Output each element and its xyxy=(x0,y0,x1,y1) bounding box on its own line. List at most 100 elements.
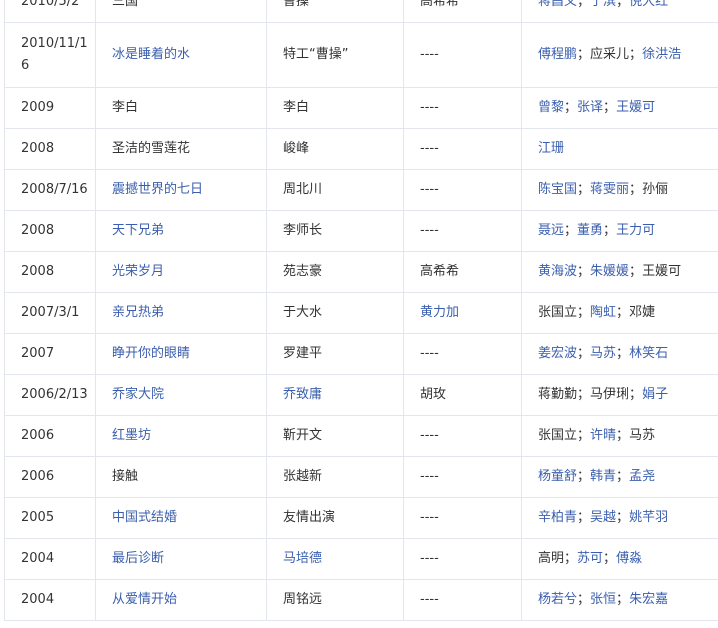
air-date-text: 2009 xyxy=(21,100,55,115)
costar-link[interactable]: 陈宝国 xyxy=(538,182,577,197)
drama-title-cell: 接触 xyxy=(95,456,267,498)
role-name-text: 李师长 xyxy=(283,223,323,238)
costar-separator: ； xyxy=(577,47,591,62)
drama-title-link[interactable]: 中国式结婚 xyxy=(112,510,177,525)
drama-title-link[interactable]: 天下兄弟 xyxy=(112,223,164,238)
drama-title-link[interactable]: 睁开你的眼睛 xyxy=(112,346,190,361)
costar-link[interactable]: 姜宏波 xyxy=(538,346,577,361)
role-name-cell: 峻峰 xyxy=(266,128,404,170)
costars-cell: 姜宏波；马苏；林笑石 xyxy=(521,333,718,375)
role-name-cell: 于大水 xyxy=(266,292,404,334)
role-name-text: 张越新 xyxy=(283,469,323,484)
drama-title-link[interactable]: 乔家大院 xyxy=(112,387,164,402)
drama-title-link[interactable]: 冰是睡着的水 xyxy=(112,47,190,62)
costar-link[interactable]: 傅程鹏 xyxy=(538,47,577,62)
costars-cell: 张国立；陶虹；邓婕 xyxy=(521,292,718,334)
costar-link[interactable]: 王力可 xyxy=(616,223,655,238)
director-text: ---- xyxy=(420,141,439,156)
table-row: 2008/7/16 震撼世界的七日 周北川 ---- 陈宝国；蒋雯丽；孙俪 xyxy=(4,169,718,211)
costar-link[interactable]: 吴越 xyxy=(590,510,616,525)
costar-link[interactable]: 孟尧 xyxy=(629,469,655,484)
role-name-link[interactable]: 马培德 xyxy=(283,551,322,566)
air-date-text: 2008 xyxy=(21,141,55,156)
costar-link[interactable]: 张恒 xyxy=(590,592,616,607)
costar-link[interactable]: 苏可 xyxy=(577,551,603,566)
role-name-text: 靳开文 xyxy=(283,428,323,443)
costar-link[interactable]: 辛柏青 xyxy=(538,510,577,525)
costar-link[interactable]: 朱媛媛 xyxy=(590,264,629,279)
air-date-text: 2004 xyxy=(21,551,55,566)
costar-separator: ； xyxy=(577,510,591,525)
costar-link[interactable]: 杨童舒 xyxy=(538,469,577,484)
director-text: ---- xyxy=(420,469,439,484)
air-date-text: 2006 xyxy=(21,469,55,484)
role-name-cell: 苑志豪 xyxy=(266,251,404,293)
costar-link[interactable]: 倪大红 xyxy=(629,0,668,9)
costar-link[interactable]: 娟子 xyxy=(642,387,668,402)
role-name-cell: 靳开文 xyxy=(266,415,404,457)
costar-link[interactable]: 陶虹 xyxy=(590,305,616,320)
costar-separator: ； xyxy=(616,0,630,9)
director-text: ---- xyxy=(420,510,439,525)
drama-title-link[interactable]: 从爱情开始 xyxy=(112,592,177,607)
costar-link[interactable]: 傅淼 xyxy=(616,551,642,566)
director-link[interactable]: 黄力加 xyxy=(420,305,459,320)
costar-separator: ； xyxy=(629,264,643,279)
costar-link[interactable]: 张译 xyxy=(577,100,603,115)
drama-title-cell: 三国 xyxy=(95,0,267,23)
drama-title-cell: 光荣岁月 xyxy=(95,251,267,293)
role-name-cell: 李师长 xyxy=(266,210,404,252)
costar-link[interactable]: 朱宏嘉 xyxy=(629,592,668,607)
role-name-link[interactable]: 乔致庸 xyxy=(283,387,322,402)
costar-separator: ； xyxy=(577,264,591,279)
costar-link[interactable]: 江珊 xyxy=(538,141,564,156)
costar-link[interactable]: 黄海波 xyxy=(538,264,577,279)
table-row: 2009 李白 李白 ---- 曾黎；张译；王媛可 xyxy=(4,87,718,129)
costars-cell: 聂远；董勇；王力可 xyxy=(521,210,718,252)
air-date-text: 2006/2/13 xyxy=(21,387,88,402)
drama-title-cell: 乔家大院 xyxy=(95,374,267,416)
costar-link[interactable]: 许晴 xyxy=(590,428,616,443)
costar-separator: ； xyxy=(577,305,591,320)
costar-link[interactable]: 曾黎 xyxy=(538,100,564,115)
costar-text: 马伊琍 xyxy=(590,387,630,402)
air-date-cell: 2007 xyxy=(4,333,96,375)
role-name-cell: 周北川 xyxy=(266,169,404,211)
costars-cell: 辛柏青；吴越；姚芊羽 xyxy=(521,497,718,539)
costar-text: 应采儿 xyxy=(590,47,630,62)
director-text: ---- xyxy=(420,428,439,443)
costar-link[interactable]: 韩青 xyxy=(590,469,616,484)
costar-separator: ； xyxy=(603,551,617,566)
costar-link[interactable]: 于滨 xyxy=(590,0,616,9)
director-text: ---- xyxy=(420,47,439,62)
drama-title-link[interactable]: 光荣岁月 xyxy=(112,264,164,279)
costar-link[interactable]: 蒋昌义 xyxy=(538,0,577,9)
role-name-text: 罗建平 xyxy=(283,346,323,361)
costar-link[interactable]: 聂远 xyxy=(538,223,564,238)
costar-link[interactable]: 林笑石 xyxy=(629,346,668,361)
costar-link[interactable]: 王媛可 xyxy=(616,100,655,115)
drama-title-link[interactable]: 最后诊断 xyxy=(112,551,164,566)
director-cell: ---- xyxy=(403,169,522,211)
costar-text: 王媛可 xyxy=(642,264,682,279)
costar-text: 马苏 xyxy=(629,428,656,443)
drama-title-link[interactable]: 红墨坊 xyxy=(112,428,151,443)
drama-title-cell: 红墨坊 xyxy=(95,415,267,457)
costar-link[interactable]: 姚芊羽 xyxy=(629,510,668,525)
costar-separator: ； xyxy=(577,182,591,197)
costar-link[interactable]: 蒋雯丽 xyxy=(590,182,629,197)
costar-link[interactable]: 徐洪浩 xyxy=(642,47,681,62)
role-name-cell: 罗建平 xyxy=(266,333,404,375)
costar-separator: ； xyxy=(616,428,630,443)
role-name-cell: 周铭远 xyxy=(266,579,404,621)
drama-title-link[interactable]: 震撼世界的七日 xyxy=(112,182,203,197)
drama-title-link[interactable]: 亲兄热弟 xyxy=(112,305,164,320)
table-row: 2007/3/1 亲兄热弟 于大水 黄力加 张国立；陶虹；邓婕 xyxy=(4,292,718,334)
table-row: 2007 睁开你的眼睛 罗建平 ---- 姜宏波；马苏；林笑石 xyxy=(4,333,718,375)
costar-link[interactable]: 杨若兮 xyxy=(538,592,577,607)
table-row: 2010/5/2 三国 曹操 高希希 蒋昌义；于滨；倪大红 xyxy=(4,0,718,23)
costar-link[interactable]: 董勇 xyxy=(577,223,603,238)
director-cell: 高希希 xyxy=(403,251,522,293)
costar-text: 高明 xyxy=(538,551,565,566)
costar-link[interactable]: 马苏 xyxy=(590,346,616,361)
